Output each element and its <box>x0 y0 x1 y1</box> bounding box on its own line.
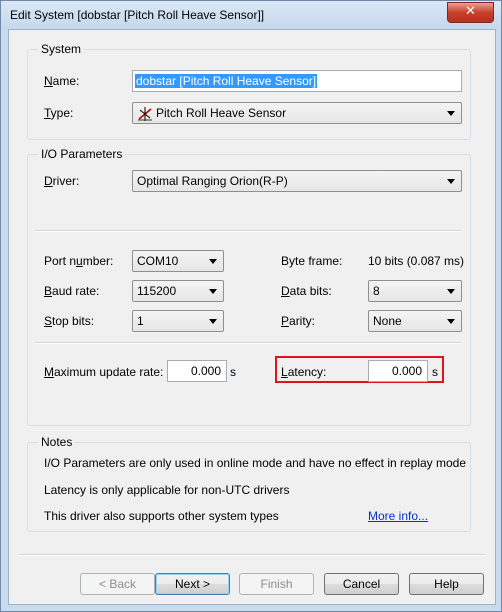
driver-label: Driver: <box>44 174 80 188</box>
max-update-rate-input[interactable]: 0.000 <box>167 360 227 382</box>
baud-rate-select[interactable]: 115200 <box>132 280 224 302</box>
stop-bits-value: 1 <box>137 314 144 328</box>
port-number-select[interactable]: COM10 <box>132 250 224 272</box>
stop-bits-select[interactable]: 1 <box>132 310 224 332</box>
byte-frame-value: 10 bits (0.087 ms) <box>368 254 465 268</box>
name-input-value: dobstar [Pitch Roll Heave Sensor] <box>135 74 318 88</box>
driver-select[interactable]: Optimal Ranging Orion(R-P) <box>132 170 462 192</box>
chevron-down-icon <box>447 289 455 294</box>
type-label: Type: <box>44 106 74 120</box>
divider <box>35 342 461 344</box>
notes-group-title: Notes <box>38 435 76 449</box>
finish-button-label: Finish <box>260 577 293 591</box>
latency-unit: s <box>432 365 438 379</box>
parity-label: Parity: <box>281 314 316 328</box>
window-title: Edit System [dobstar [Pitch Roll Heave S… <box>10 8 265 22</box>
chevron-down-icon <box>209 259 217 264</box>
help-button-label: Help <box>434 577 459 591</box>
chevron-down-icon <box>447 111 455 116</box>
port-number-label: Port number: <box>44 254 114 268</box>
name-input[interactable]: dobstar [Pitch Roll Heave Sensor] <box>132 70 462 92</box>
parity-select[interactable]: None <box>368 310 462 332</box>
stop-bits-label: Stop bits: <box>44 314 95 328</box>
back-button[interactable]: < Back <box>80 573 155 595</box>
finish-button[interactable]: Finish <box>239 573 314 595</box>
driver-select-value: Optimal Ranging Orion(R-P) <box>137 174 288 188</box>
type-select-value: Pitch Roll Heave Sensor <box>156 106 287 120</box>
data-bits-select[interactable]: 8 <box>368 280 462 302</box>
pitch-roll-heave-sensor-icon <box>137 106 153 122</box>
baud-rate-label: Baud rate: <box>44 284 100 298</box>
parity-value: None <box>373 314 402 328</box>
system-group-title: System <box>38 42 85 56</box>
divider <box>35 230 461 232</box>
baud-rate-value: 115200 <box>137 284 177 298</box>
chevron-down-icon <box>209 319 217 324</box>
cancel-button[interactable]: Cancel <box>324 573 399 595</box>
note-latency: Latency is only applicable for non-UTC d… <box>44 483 290 497</box>
back-button-label: < Back <box>98 577 137 591</box>
data-bits-label: Data bits: <box>281 284 332 298</box>
chevron-down-icon <box>209 289 217 294</box>
byte-frame-label: Byte frame: <box>281 254 343 268</box>
divider <box>18 554 486 556</box>
cancel-button-label: Cancel <box>342 577 381 591</box>
max-update-rate-unit: s <box>230 365 236 379</box>
title-bar[interactable]: Edit System [dobstar [Pitch Roll Heave S… <box>1 1 501 29</box>
data-bits-value: 8 <box>373 284 380 298</box>
max-update-rate-label: Maximum update rate: <box>44 365 164 379</box>
dialog-body: System Name: dobstar [Pitch Roll Heave S… <box>8 29 496 605</box>
latency-label: Latency: <box>281 365 327 379</box>
next-button[interactable]: Next > <box>155 573 230 595</box>
chevron-down-icon <box>447 319 455 324</box>
latency-input[interactable]: 0.000 <box>368 360 428 382</box>
help-button[interactable]: Help <box>409 573 484 595</box>
type-select[interactable]: Pitch Roll Heave Sensor <box>132 102 462 124</box>
more-info-link[interactable]: More info... <box>368 509 428 523</box>
dialog-window: Edit System [dobstar [Pitch Roll Heave S… <box>0 0 502 612</box>
close-icon: ✕ <box>465 4 476 19</box>
chevron-down-icon <box>447 179 455 184</box>
close-button[interactable]: ✕ <box>447 2 494 23</box>
io-parameters-group-title: I/O Parameters <box>38 147 126 161</box>
note-other-system-types: This driver also supports other system t… <box>44 509 279 523</box>
note-io-parameters: I/O Parameters are only used in online m… <box>44 456 467 470</box>
port-number-value: COM10 <box>137 254 179 268</box>
system-group <box>27 49 471 140</box>
next-button-label: Next > <box>174 577 210 591</box>
name-label: Name: <box>44 74 80 88</box>
